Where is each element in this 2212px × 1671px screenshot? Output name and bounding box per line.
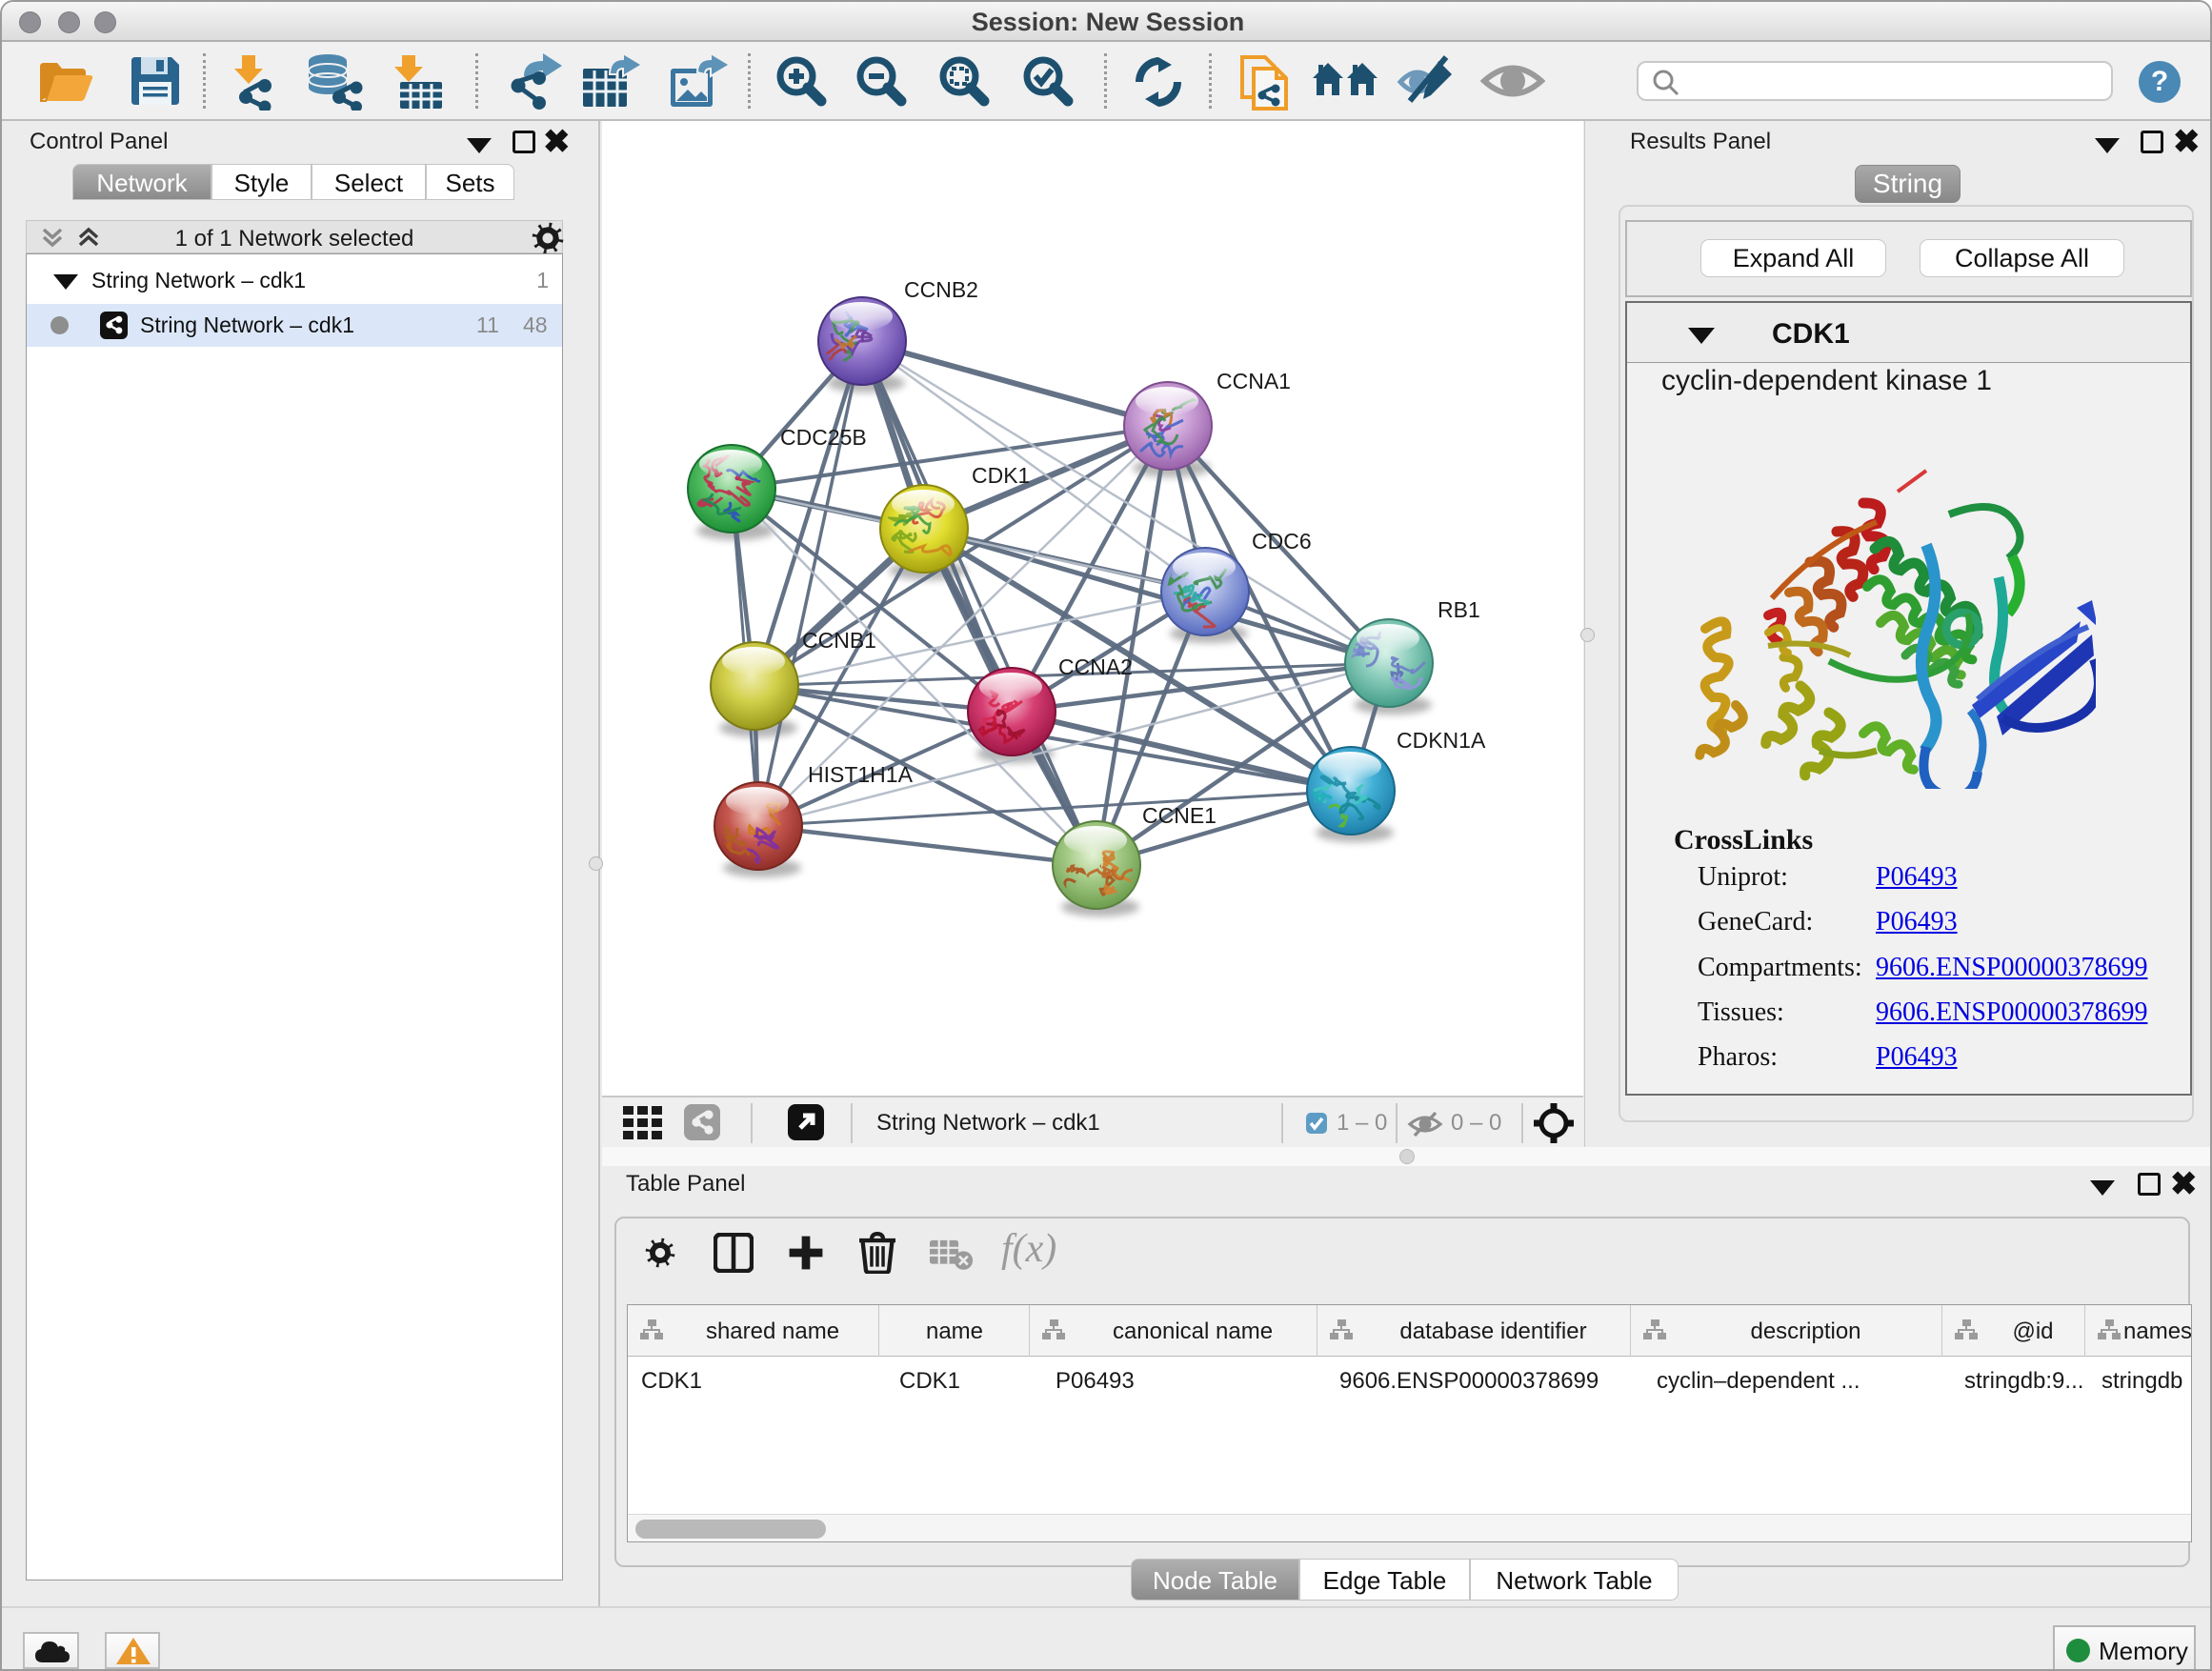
svg-text:CCNE1: CCNE1 [1142,803,1217,828]
svg-text:CDC6: CDC6 [1252,529,1312,554]
svg-text:CCNA2: CCNA2 [1058,654,1133,679]
svg-text:CDC25B: CDC25B [780,425,867,450]
svg-text:CCNB2: CCNB2 [904,277,978,302]
svg-text:HIST1H1A: HIST1H1A [808,762,914,787]
svg-text:CDKN1A: CDKN1A [1397,728,1486,753]
svg-text:CDK1: CDK1 [972,463,1030,488]
svg-text:CCNA1: CCNA1 [1217,369,1291,393]
svg-text:CCNB1: CCNB1 [802,628,876,653]
svg-text:RB1: RB1 [1438,597,1480,622]
